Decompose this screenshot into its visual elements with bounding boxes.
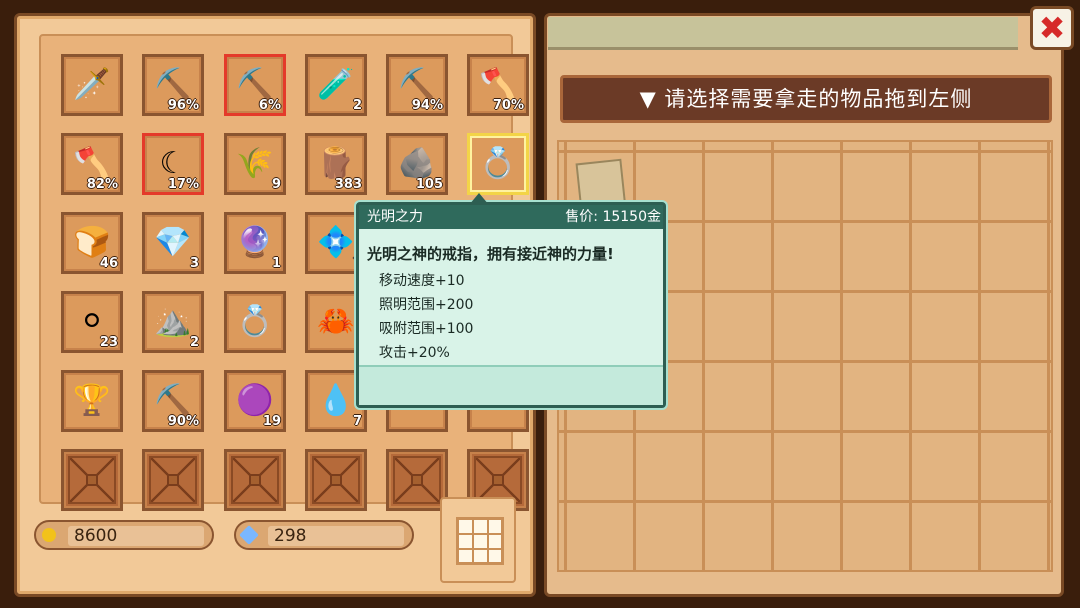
inventory-slot[interactable]: ⛰️ 2 — [142, 291, 204, 353]
item-count: 90% — [167, 414, 199, 429]
inventory-slot[interactable]: 🗡️ — [61, 54, 123, 116]
inventory-slot[interactable]: 🪵 383 — [305, 133, 367, 195]
item-count: 9 — [271, 177, 281, 192]
inventory-slot[interactable]: ⚪ 23 — [61, 291, 123, 353]
item-count: 17% — [167, 177, 199, 192]
item-stat: 攻击+20% — [379, 345, 450, 361]
item-icon: 🗡️ — [73, 67, 111, 102]
tooltip-header: 光明之力 售价: 15150金 — [359, 205, 663, 229]
gold-coin-icon — [42, 528, 56, 542]
item-count: 3 — [189, 256, 199, 271]
inventory-slot[interactable]: 🔮 1 — [224, 212, 286, 274]
empty-slot[interactable] — [305, 449, 367, 511]
sort-inventory-button[interactable] — [440, 497, 516, 583]
transfer-panel-header — [548, 17, 1018, 50]
item-count: 96% — [167, 98, 199, 113]
inventory-slot[interactable]: ⛏️ 94% — [386, 54, 448, 116]
item-icon: 💍 — [479, 146, 517, 181]
item-count: 23 — [99, 335, 118, 350]
item-count: 2 — [189, 335, 199, 350]
inventory-slot[interactable]: 🪨 105 — [386, 133, 448, 195]
inventory-slot[interactable]: 💍 — [467, 133, 529, 195]
item-count: 70% — [492, 98, 524, 113]
inventory-slot[interactable]: 🪓 82% — [61, 133, 123, 195]
tooltip-arrow — [469, 193, 489, 205]
item-count: 82% — [86, 177, 118, 192]
gold-value: 8600 — [68, 526, 204, 546]
item-description: 光明之神的戒指，拥有接近神的力量! — [367, 245, 614, 263]
inventory-slot[interactable]: 🪓 70% — [467, 54, 529, 116]
item-count: 105 — [415, 177, 443, 192]
tooltip-footer — [359, 365, 663, 405]
item-price: 售价: 15150金 — [565, 209, 661, 225]
empty-slot[interactable] — [142, 449, 204, 511]
inventory-slot[interactable]: 💍 — [224, 291, 286, 353]
instruction-banner: ▼ 请选择需要拿走的物品拖到左侧 — [560, 75, 1052, 123]
inventory-slot[interactable]: 🟣 19 — [224, 370, 286, 432]
empty-slot[interactable] — [61, 449, 123, 511]
inventory-slot[interactable]: ⛏️ 96% — [142, 54, 204, 116]
item-stat: 移动速度+10 — [379, 273, 465, 289]
item-count: 7 — [352, 414, 362, 429]
inventory-slot[interactable]: 🌾 9 — [224, 133, 286, 195]
item-count: 383 — [334, 177, 362, 192]
empty-slot[interactable] — [224, 449, 286, 511]
inventory-slot[interactable]: ⛏️ 90% — [142, 370, 204, 432]
close-icon: ✖ — [1038, 9, 1066, 47]
inventory-slot[interactable]: ⛏️ 6% — [224, 54, 286, 116]
empty-slot[interactable] — [386, 449, 448, 511]
item-count: 46 — [99, 256, 118, 271]
item-name: 光明之力 — [367, 209, 423, 225]
gem-icon — [239, 525, 259, 545]
inventory-slot[interactable]: 🏆 — [61, 370, 123, 432]
item-count: 1 — [271, 256, 281, 271]
item-count: 94% — [411, 98, 443, 113]
grid-icon — [456, 517, 504, 565]
item-icon: 🏆 — [73, 383, 111, 418]
gem-counter: 298 — [234, 520, 414, 550]
item-count: 2 — [352, 98, 362, 113]
inventory-slot[interactable]: 🧪 2 — [305, 54, 367, 116]
inventory-slot[interactable]: 💎 3 — [142, 212, 204, 274]
item-count: 19 — [262, 414, 281, 429]
item-stat: 吸附范围+100 — [379, 321, 474, 337]
item-icon: 💍 — [236, 304, 274, 339]
item-tooltip: 光明之力 售价: 15150金 光明之神的戒指，拥有接近神的力量! 移动速度+1… — [356, 193, 666, 408]
gold-counter: 8600 — [34, 520, 214, 550]
inventory-slot[interactable]: ☾ 17% — [142, 133, 204, 195]
item-count: 6% — [258, 98, 281, 113]
close-button[interactable]: ✖ — [1030, 6, 1074, 50]
inventory-slot[interactable]: 🍞 46 — [61, 212, 123, 274]
gem-value: 298 — [268, 526, 404, 546]
item-stat: 照明范围+200 — [379, 297, 474, 313]
